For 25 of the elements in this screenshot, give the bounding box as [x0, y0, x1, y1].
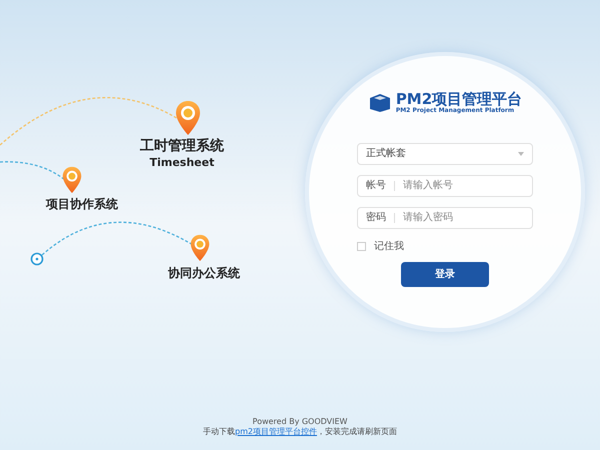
- field-label: 密码: [366, 212, 395, 222]
- system-name[interactable]: 项目协作系统: [46, 195, 118, 213]
- location-pin-icon: [175, 100, 201, 136]
- caret-icon: [518, 152, 524, 156]
- cube-logo-icon: [368, 93, 392, 114]
- input-field[interactable]: 密码 请输入密码: [357, 206, 533, 228]
- plugin-link[interactable]: pm2项目管理平台控件: [235, 427, 317, 436]
- location-pin-icon: [62, 166, 82, 194]
- remember-label: 记住我: [374, 240, 404, 254]
- field-label: 帐号: [366, 180, 395, 190]
- account-set-select[interactable]: 正式帐套: [357, 142, 533, 164]
- target-icon: [30, 252, 44, 266]
- powered-by-text: Powered By GOODVIEW: [252, 417, 348, 427]
- input-field[interactable]: 帐号 请输入帐号: [357, 174, 533, 196]
- remember-checkbox[interactable]: [357, 242, 366, 250]
- download-notice: 手动下载pm2项目管理平台控件，安装完成请刷新页面: [203, 427, 397, 437]
- platform-title: PM2项目管理平台: [396, 92, 522, 107]
- system-subtitle: Timesheet: [150, 156, 214, 170]
- location-pin-icon: [190, 234, 210, 262]
- login-button[interactable]: 登录: [401, 262, 489, 286]
- text-input[interactable]: 请输入帐号: [403, 178, 513, 193]
- system-name[interactable]: 协同办公系统: [168, 264, 240, 282]
- dashed-arc: [0, 160, 66, 181]
- text-input[interactable]: 请输入密码: [403, 210, 513, 225]
- system-name[interactable]: 工时管理系统: [140, 138, 224, 156]
